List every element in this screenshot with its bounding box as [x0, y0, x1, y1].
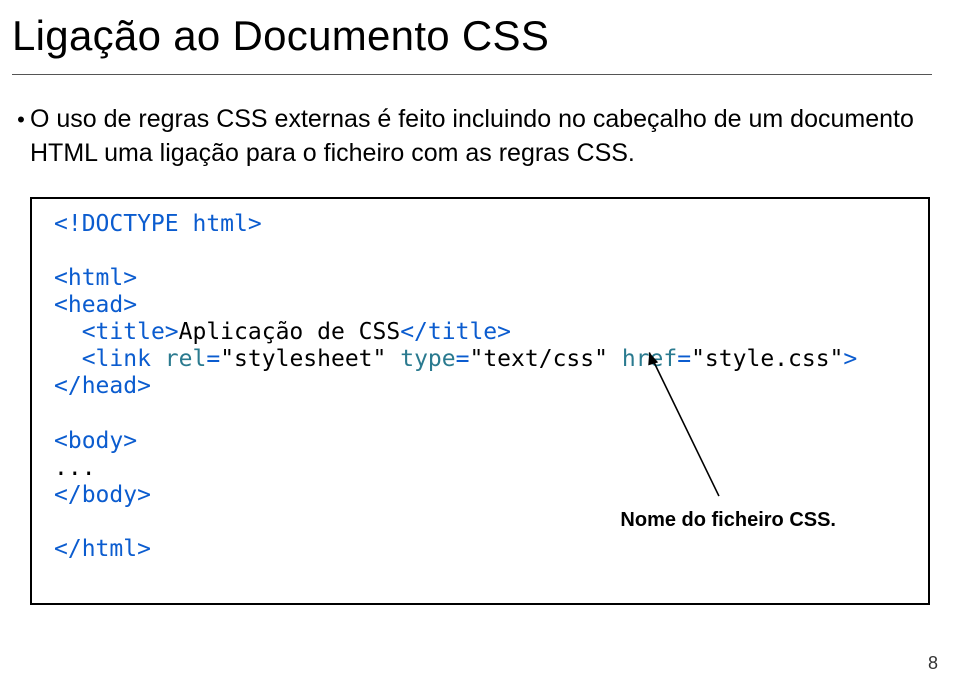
title-divider [12, 74, 932, 75]
bullet-item: • O uso de regras CSS externas é feito i… [12, 103, 932, 171]
code-blank [54, 238, 906, 265]
bullet-text: O uso de regras CSS externas é feito inc… [30, 103, 932, 171]
code-block: <!DOCTYPE html> <html> <head> <title>Apl… [30, 197, 930, 605]
bullet-dot: • [12, 103, 30, 136]
page-number: 8 [928, 653, 938, 674]
code-line-head-open: <head> [54, 292, 906, 319]
code-line-body-close: </body> [54, 482, 906, 509]
slide-title: Ligação ao Documento CSS [12, 12, 932, 60]
code-line-title: <title>Aplicação de CSS</title> [54, 319, 906, 346]
slide: Ligação ao Documento CSS • O uso de regr… [0, 0, 960, 684]
code-blank [54, 400, 906, 427]
code-line-body-open: <body> [54, 428, 906, 455]
code-line-html-close: </html> [54, 536, 906, 563]
code-line-doctype: <!DOCTYPE html> [54, 211, 906, 238]
code-line-body-ellipsis: ... [54, 455, 906, 482]
annotation-label: Nome do ficheiro CSS. [620, 509, 836, 533]
code-line-link: <link rel="stylesheet" type="text/css" h… [54, 346, 906, 373]
code-line-head-close: </head> [54, 373, 906, 400]
code-line-html-open: <html> [54, 265, 906, 292]
